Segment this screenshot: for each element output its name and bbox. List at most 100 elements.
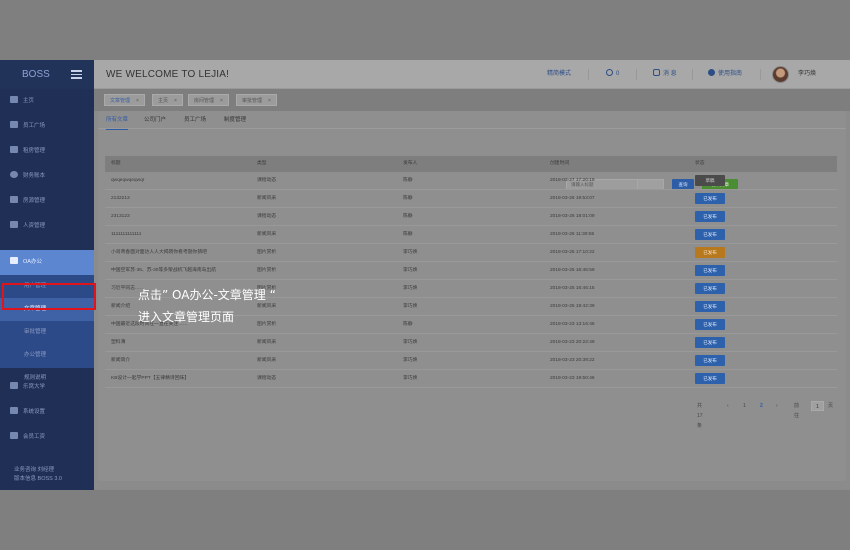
close-icon[interactable]: × [268, 98, 271, 104]
tab-articles[interactable]: 文章管理 × [104, 94, 145, 106]
avatar[interactable] [772, 66, 789, 83]
cell-author: 李巧焕 [403, 358, 418, 363]
column-header-time: 创建时间 [550, 161, 570, 166]
table-row[interactable]: 1111111111111 新闻风采 陈静 2018-03-26 11:39:55 已发… [105, 226, 837, 244]
table-row[interactable]: KB设计一起学PPT【五律精诗回味】 课程动态 李巧焕 2018-03-23 19:5… [105, 370, 837, 388]
dim-bottom-band [0, 490, 850, 550]
help-link[interactable]: 使用指南 [708, 60, 742, 89]
page-tabs: 文章管理 × 主页 × 房间管理 × 审批管理 × [94, 89, 850, 111]
table-header: 标题 类型 发布人 创建时间 状态 [105, 156, 837, 172]
goto-label: 前往 [794, 403, 800, 419]
status-button[interactable]: 已发布 [695, 301, 725, 312]
cell-author: 陈静 [403, 232, 413, 237]
sidebar-item-home[interactable]: 主页 [0, 89, 94, 114]
status-button[interactable]: 已发布 [695, 319, 725, 330]
table-row[interactable]: qwqeqwqeqwqr 课程动态 陈静 2018-03-27 17:20:19 草稿 [105, 172, 837, 190]
page-2[interactable]: 2 [760, 401, 763, 411]
tab-company-portal[interactable]: 公司门户 [144, 111, 166, 129]
gear-icon [10, 407, 18, 414]
sidebar-item-oa[interactable]: OA办公 [0, 250, 94, 275]
sidebar-item-rental[interactable]: 租房管理 [0, 139, 94, 164]
header-divider [692, 69, 693, 80]
close-icon[interactable]: × [136, 98, 139, 104]
cell-title[interactable]: 2132213 [111, 190, 251, 208]
tab-home[interactable]: 主页 × [152, 94, 183, 106]
sidebar-sub-office[interactable]: 办公管理 [0, 344, 94, 367]
status-button[interactable]: 已发布 [695, 193, 725, 204]
table-row[interactable]: 2132213 新闻风采 陈静 2018-03-26 19:53:07 已发布 [105, 190, 837, 208]
cell-title[interactable]: 1111111111111 [111, 226, 251, 244]
column-header-author: 发布人 [403, 161, 418, 166]
messages-label: 消 息 [663, 71, 677, 77]
sidebar-item-listing[interactable]: 房源管理 [0, 189, 94, 214]
sidebar-item-label: 租房管理 [23, 148, 46, 154]
status-button[interactable]: 草稿 [695, 175, 725, 186]
counter-link[interactable]: 0 [606, 60, 619, 89]
cell-time: 2018-03-23 20:39:22 [550, 358, 595, 363]
status-button[interactable]: 已发布 [695, 265, 725, 276]
wallet-icon [10, 171, 18, 178]
sidebar-item-settings[interactable]: 系统设置 [0, 400, 94, 425]
cell-type: 新闻风采 [257, 232, 277, 237]
status-button[interactable]: 已发布 [695, 247, 725, 258]
cell-type: 图片赏析 [257, 286, 277, 291]
tab-label: 文章管理 [110, 98, 131, 104]
close-icon[interactable]: × [174, 98, 177, 104]
user-name[interactable]: 李巧焕 [798, 60, 816, 89]
status-button[interactable]: 已发布 [695, 229, 725, 240]
cell-title[interactable]: 2313123 [111, 208, 251, 226]
cell-time: 2018-03-23 20:22:49 [550, 340, 595, 345]
sidebar-item-hr[interactable]: 人资管理 [0, 214, 94, 239]
status-button[interactable]: 已发布 [695, 211, 725, 222]
table-row[interactable]: 新闻简介 新闻风采 李巧焕 2018-03-23 20:39:22 已发布 [105, 352, 837, 370]
sidebar-sub-approval[interactable]: 审批管理 [0, 321, 94, 344]
table-row[interactable]: 中国空军苏-35、苏-30等多架战机飞越海南岛出航 图片赏析 李巧焕 2018-03-… [105, 262, 837, 280]
table-row[interactable]: 2313123 课程动态 陈静 2018-03-26 18:01:09 已发布 [105, 208, 837, 226]
column-header-status: 状态 [695, 161, 705, 166]
people-icon [10, 221, 18, 228]
close-icon[interactable]: × [220, 98, 223, 104]
sidebar-item-salary[interactable]: 会员工资 [0, 425, 94, 450]
sidebar-item-label: OA办公 [23, 259, 42, 265]
counter-value: 0 [616, 71, 620, 77]
tab-all-articles[interactable]: 所有文章 [106, 111, 129, 130]
column-header-title: 标题 [111, 161, 121, 166]
cell-time: 2018-03-26 19:53:07 [550, 196, 595, 201]
table-row[interactable]: 塑料薄 新闻风采 李巧焕 2018-03-23 20:22:49 已发布 [105, 334, 837, 352]
tab-rooms[interactable]: 房间管理 × [188, 94, 229, 106]
goto-page-input[interactable]: 1 [811, 401, 824, 411]
messages-link[interactable]: 消 息 [653, 60, 677, 89]
cell-title[interactable]: qwqeqwqeqwqr [111, 172, 251, 190]
tab-staff-plaza[interactable]: 员工广场 [184, 111, 206, 129]
cell-title[interactable]: 塑料薄 [111, 334, 251, 352]
cell-title[interactable]: 小哥青春面对面达人人大揭晓你看考题你猜吧 [111, 244, 251, 262]
chat-icon [653, 69, 660, 76]
tab-approval[interactable]: 审批管理 × [236, 94, 277, 106]
cell-time: 2018-03-25 17:10:22 [550, 250, 595, 255]
sidebar-item-finance[interactable]: 财务账本 [0, 164, 94, 189]
prev-page-button[interactable]: ‹ [727, 401, 729, 411]
sidebar-item-label: 人资管理 [23, 223, 46, 229]
next-page-button[interactable]: › [776, 401, 778, 411]
sidebar-footer: 业务咨询 刘经理 版本信息 BOSS 3.0 [14, 466, 62, 484]
cell-title[interactable]: 新闻简介 [111, 352, 251, 370]
status-button[interactable]: 已发布 [695, 355, 725, 366]
sidebar-item-staff-plaza[interactable]: 员工广场 [0, 114, 94, 139]
cell-title[interactable]: 中国空军苏-35、苏-30等多架战机飞越海南岛出航 [111, 262, 251, 280]
menu-toggle-icon[interactable] [71, 70, 82, 79]
cell-type: 新闻风采 [257, 358, 277, 363]
status-button[interactable]: 已发布 [695, 337, 725, 348]
column-header-type: 类型 [257, 161, 267, 166]
cell-title[interactable]: KB设计一起学PPT【五律精诗回味】 [111, 370, 251, 388]
page-1[interactable]: 1 [743, 401, 746, 411]
sidebar-item-university[interactable]: 乐窝大学 [0, 375, 94, 400]
cell-type: 课程动态 [257, 376, 277, 381]
status-button[interactable]: 已发布 [695, 373, 725, 384]
table-row[interactable]: 小哥青春面对面达人人大揭晓你看考题你猜吧 图片赏析 李巧焕 2018-03-25 17… [105, 244, 837, 262]
tab-policy[interactable]: 制度管理 [224, 111, 246, 129]
building-icon [10, 146, 18, 153]
app-window: BOSS WE WELCOME TO LEJIA! 精简模式 0 消 息 使用指… [0, 60, 850, 490]
status-button[interactable]: 已发布 [695, 283, 725, 294]
cell-author: 李巧焕 [403, 250, 418, 255]
simple-mode-link[interactable]: 精简模式 [547, 60, 571, 89]
